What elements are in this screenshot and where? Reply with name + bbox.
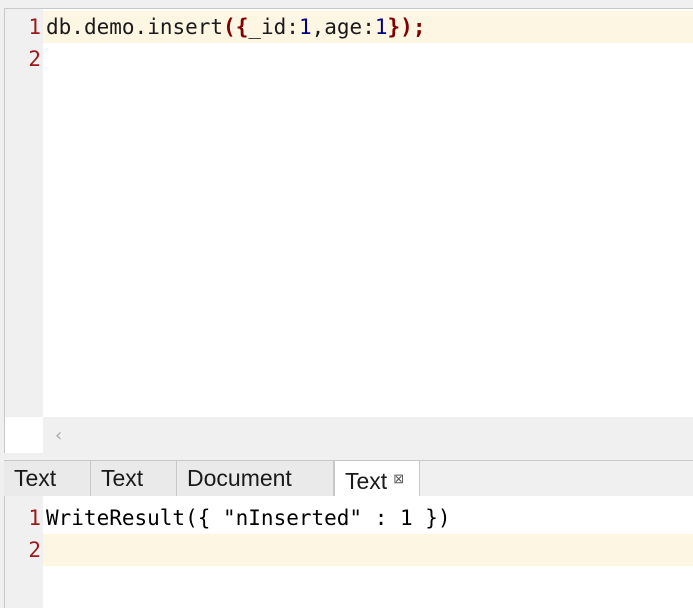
scroll-left-icon[interactable]: ‹ <box>55 425 62 446</box>
token-semicolon: ; <box>412 15 426 39</box>
tab-label: Text <box>14 465 57 491</box>
token-colon: : <box>286 15 299 39</box>
line-number: 1 <box>28 15 41 39</box>
result-output[interactable]: 1 2 WriteResult({ "nInserted" : 1 }) <box>4 496 693 608</box>
tab-label: Text <box>101 465 144 491</box>
token-brace-close: } <box>387 15 401 39</box>
token-number: 1 <box>298 15 312 39</box>
horizontal-scrollbar[interactable]: ‹ <box>43 417 693 453</box>
result-tab-bar: Text Text Document Text ⊠ <box>4 460 693 498</box>
close-icon[interactable]: ⊠ <box>393 471 404 486</box>
token-collection: demo <box>83 15 135 39</box>
line-number: 1 <box>28 506 41 530</box>
token-key: _id <box>248 15 287 39</box>
line-number: 2 <box>28 538 41 562</box>
token-dot: . <box>71 15 84 39</box>
output-line-2 <box>43 534 693 566</box>
token-key: age <box>324 15 363 39</box>
output-gutter: 1 2 <box>5 496 43 608</box>
code-line-1[interactable]: db.demo.insert({_id:1,age:1}); <box>43 11 693 43</box>
token-method: insert <box>147 15 224 39</box>
tab-document[interactable]: Document <box>177 461 334 496</box>
token-dot: . <box>134 15 148 39</box>
line-number: 2 <box>28 47 41 71</box>
tab-label: Text <box>345 468 388 494</box>
token-paren-open: ( <box>223 15 236 39</box>
tab-text-1[interactable]: Text <box>4 461 91 496</box>
token-paren-close: ) <box>400 15 413 39</box>
editor-gutter: 1 2 <box>5 9 43 417</box>
token-colon: : <box>362 15 375 39</box>
token-number: 1 <box>374 15 388 39</box>
tab-text-2[interactable]: Text <box>91 461 177 496</box>
tab-text-active[interactable]: Text ⊠ <box>334 461 420 498</box>
tab-label: Document <box>187 465 292 491</box>
token-brace-open: { <box>235 15 249 39</box>
output-line-1: WriteResult({ "nInserted" : 1 }) <box>46 506 451 530</box>
token-comma: , <box>311 15 325 39</box>
query-editor[interactable]: 1 2 db.demo.insert({_id:1,age:1}); ‹ <box>4 8 693 453</box>
token-db: db <box>46 15 72 39</box>
code-line-2[interactable] <box>43 43 693 75</box>
